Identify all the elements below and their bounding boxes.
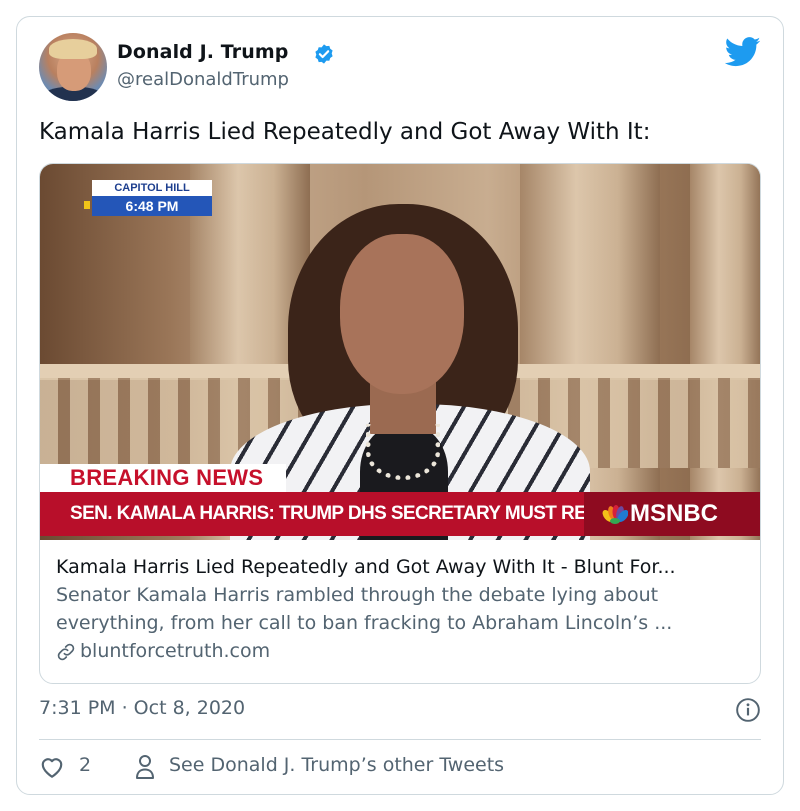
- author-name[interactable]: Donald J. Trump: [117, 41, 288, 63]
- author-handle[interactable]: @realDonaldTrump: [117, 69, 289, 90]
- broadcast-time: 6:48 PM: [92, 196, 212, 216]
- link-title[interactable]: Kamala Harris Lied Repeatedly and Got Aw…: [56, 556, 676, 578]
- network-logo-text: MSNBC: [630, 500, 718, 527]
- link-preview-card[interactable]: CAPITOL HILL 6:48 PM BREAKING NEWS SEN. …: [39, 163, 761, 684]
- divider: [39, 739, 761, 740]
- link-description: everything, from her call to ban frackin…: [56, 612, 673, 634]
- breaking-news-headline: SEN. KAMALA HARRIS: TRUMP DHS SECRETARY …: [40, 492, 680, 536]
- background-column: [690, 164, 760, 540]
- see-other-tweets-link[interactable]: See Donald J. Trump’s other Tweets: [169, 754, 504, 776]
- link-description: Senator Kamala Harris rambled through th…: [56, 584, 659, 606]
- network-bug: MSNBC: [584, 492, 760, 536]
- link-preview-image[interactable]: CAPITOL HILL 6:48 PM BREAKING NEWS SEN. …: [40, 164, 760, 540]
- tweet-timestamp[interactable]: 7:31 PM · Oct 8, 2020: [39, 697, 245, 719]
- info-icon[interactable]: [735, 697, 761, 723]
- breaking-news-label: BREAKING NEWS: [40, 464, 286, 492]
- avatar[interactable]: [39, 33, 107, 101]
- peacock-icon: [602, 505, 628, 524]
- verified-badge-icon: [315, 44, 333, 64]
- link-domain[interactable]: bluntforcetruth.com: [80, 640, 270, 662]
- person-icon[interactable]: [135, 754, 155, 780]
- avatar-hair: [49, 39, 97, 59]
- location-bug: CAPITOL HILL 6:48 PM: [84, 180, 212, 216]
- pearl-necklace: [366, 424, 440, 480]
- tweet-text: Kamala Harris Lied Repeatedly and Got Aw…: [39, 119, 651, 145]
- speaker-face: [340, 234, 464, 394]
- like-count[interactable]: 2: [79, 754, 91, 776]
- location-label: CAPITOL HILL: [92, 180, 212, 196]
- link-icon: [57, 643, 75, 661]
- heart-icon[interactable]: [39, 755, 65, 779]
- twitter-bird-icon[interactable]: [725, 37, 761, 67]
- location-bug-marker: [84, 201, 90, 209]
- tweet-card: Donald J. Trump @realDonaldTrump Kamala …: [16, 16, 784, 795]
